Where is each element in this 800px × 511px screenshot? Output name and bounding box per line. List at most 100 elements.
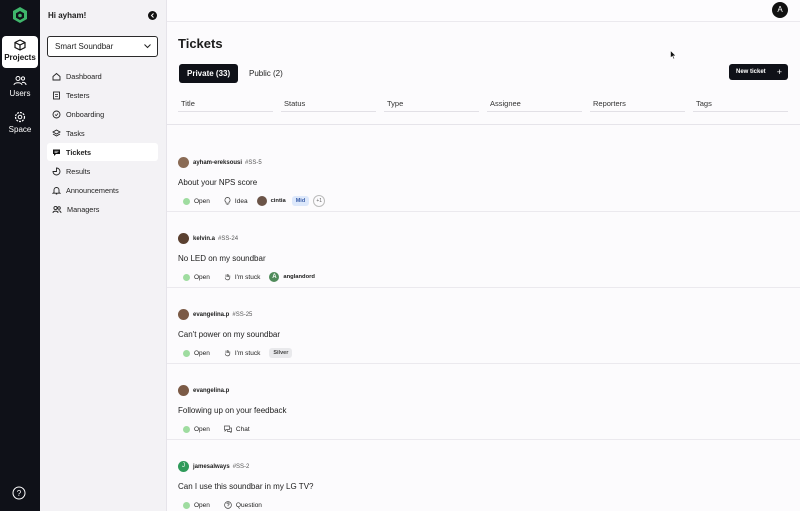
column-label: Assignee	[490, 99, 521, 108]
type-badge: I'm stuck	[219, 347, 265, 359]
status-badge: Open	[178, 347, 215, 359]
author-name: ayham-ereksousi	[193, 159, 243, 166]
ticket-meta: Open Idea cintia Mid +1	[178, 195, 326, 207]
ticket-meta: Open I'm stuck Silver	[178, 347, 296, 359]
status-badge: Open	[178, 423, 215, 435]
type-label: Chat	[235, 425, 250, 433]
more-tags-badge[interactable]: +1	[313, 195, 326, 207]
assignee: cintia	[256, 196, 286, 206]
tag-badge: Silver	[269, 348, 293, 358]
avatar: A	[269, 272, 280, 282]
assignee-name: anglandord	[283, 274, 315, 280]
type-badge: Idea	[219, 195, 253, 207]
nav-item-label: Managers	[67, 204, 100, 214]
svg-text:?: ?	[17, 489, 22, 498]
hand-icon	[224, 350, 231, 357]
status-dot-icon	[183, 197, 190, 205]
greeting: Hi ayham!	[48, 11, 87, 20]
ticket-author: evangelina.p #SS-25	[178, 309, 252, 320]
tab-private[interactable]: Private (33)	[179, 64, 239, 83]
ticket-subject: Can't power on my soundbar	[178, 330, 281, 339]
column-filter-type[interactable]: Type	[384, 99, 479, 112]
column-label: Title	[181, 99, 195, 108]
column-label: Status	[284, 99, 306, 108]
ticket-author: kelvin.a #SS-24	[178, 233, 238, 244]
nav-item-tasks[interactable]: Tasks	[47, 124, 158, 142]
column-filter-title[interactable]: Title	[178, 99, 273, 112]
author-name: evangelina.p	[193, 311, 230, 318]
ticket-row[interactable]: ayham-ereksousi #SS-5 About your NPS sco…	[167, 136, 800, 212]
ticket-row[interactable]: kelvin.a #SS-24 No LED on my soundbar Op…	[167, 212, 800, 288]
rail-item-users[interactable]: Users	[0, 72, 40, 104]
status-dot-icon	[183, 349, 190, 357]
mouse-cursor-icon	[670, 50, 677, 60]
chat-bubbles-icon	[224, 425, 232, 433]
status-label: Open	[194, 273, 210, 281]
nav-item-onboarding[interactable]: Onboarding	[47, 105, 158, 123]
nav-item-announcements[interactable]: Announcements	[47, 181, 158, 199]
ticket-author: evangelina.p	[178, 385, 232, 396]
cube-icon	[14, 39, 26, 51]
column-filter-assignee[interactable]: Assignee	[487, 99, 582, 112]
collapse-panel-button[interactable]	[148, 11, 157, 20]
question-icon	[224, 501, 232, 509]
chevron-left-icon	[150, 13, 154, 18]
type-badge: Question	[219, 499, 267, 511]
avatar	[178, 157, 189, 168]
status-dot-icon	[183, 425, 190, 433]
assignee-name: cintia	[270, 198, 286, 204]
home-icon	[52, 72, 61, 80]
new-ticket-label: New ticket	[736, 69, 766, 75]
type-badge: Chat	[219, 423, 255, 435]
ticket-id: #SS-2	[232, 463, 250, 470]
project-nav: Dashboard Testers Onboarding Tasks Ticke…	[47, 67, 158, 219]
avatar	[178, 233, 189, 244]
rail-item-space[interactable]: Space	[0, 108, 40, 140]
nav-item-tickets[interactable]: Tickets	[47, 143, 158, 161]
ticket-id: #SS-25	[232, 311, 253, 318]
divider	[167, 124, 800, 125]
app-rail: Projects Users Space ?	[0, 0, 40, 511]
rail-item-projects[interactable]: Projects	[2, 36, 38, 68]
status-badge: Open	[178, 195, 215, 207]
column-label: Tags	[696, 99, 712, 108]
new-ticket-button[interactable]: New ticket +	[729, 64, 788, 80]
nav-item-testers[interactable]: Testers	[47, 86, 158, 104]
nav-item-results[interactable]: Results	[47, 162, 158, 180]
ticket-subject: Following up on your feedback	[178, 406, 287, 415]
user-avatar[interactable]: A	[772, 2, 788, 18]
type-label: Idea	[234, 197, 248, 205]
lightbulb-icon	[224, 197, 231, 205]
column-filter-status[interactable]: Status	[281, 99, 376, 112]
nav-item-label: Testers	[66, 90, 90, 100]
document-icon	[53, 91, 60, 99]
layers-icon	[52, 128, 61, 137]
column-label: Reporters	[593, 99, 626, 108]
type-label: Question	[235, 501, 262, 509]
project-panel: Hi ayham! Smart Soundbar Dashboard Teste…	[40, 0, 167, 511]
type-label: I'm stuck	[234, 349, 261, 357]
status-label: Open	[194, 425, 210, 433]
hand-icon	[224, 274, 231, 281]
bell-icon	[52, 186, 61, 194]
status-badge: Open	[178, 271, 215, 283]
app-logo-icon[interactable]	[11, 6, 29, 24]
managers-icon	[52, 205, 62, 213]
ticket-row[interactable]: J jamesalways #SS-2 Can I use this sound…	[167, 440, 800, 511]
nav-item-managers[interactable]: Managers	[47, 200, 158, 218]
tab-public[interactable]: Public (2)	[241, 64, 291, 83]
ticket-row[interactable]: evangelina.p #SS-25 Can't power on my so…	[167, 288, 800, 364]
gear-icon	[14, 111, 26, 123]
column-filter-tags[interactable]: Tags	[693, 99, 788, 112]
project-select[interactable]: Smart Soundbar	[47, 36, 158, 57]
column-filter-reporters[interactable]: Reporters	[590, 99, 685, 112]
chevron-down-icon	[144, 44, 151, 49]
nav-item-dashboard[interactable]: Dashboard	[47, 67, 158, 85]
help-icon[interactable]: ?	[12, 486, 26, 500]
ticket-row[interactable]: evangelina.p Following up on your feedba…	[167, 364, 800, 440]
nav-item-label: Tickets	[66, 147, 92, 157]
status-dot-icon	[183, 501, 190, 509]
author-name: jamesalways	[193, 463, 230, 470]
avatar	[256, 196, 267, 206]
ticket-id: #SS-24	[218, 235, 239, 242]
